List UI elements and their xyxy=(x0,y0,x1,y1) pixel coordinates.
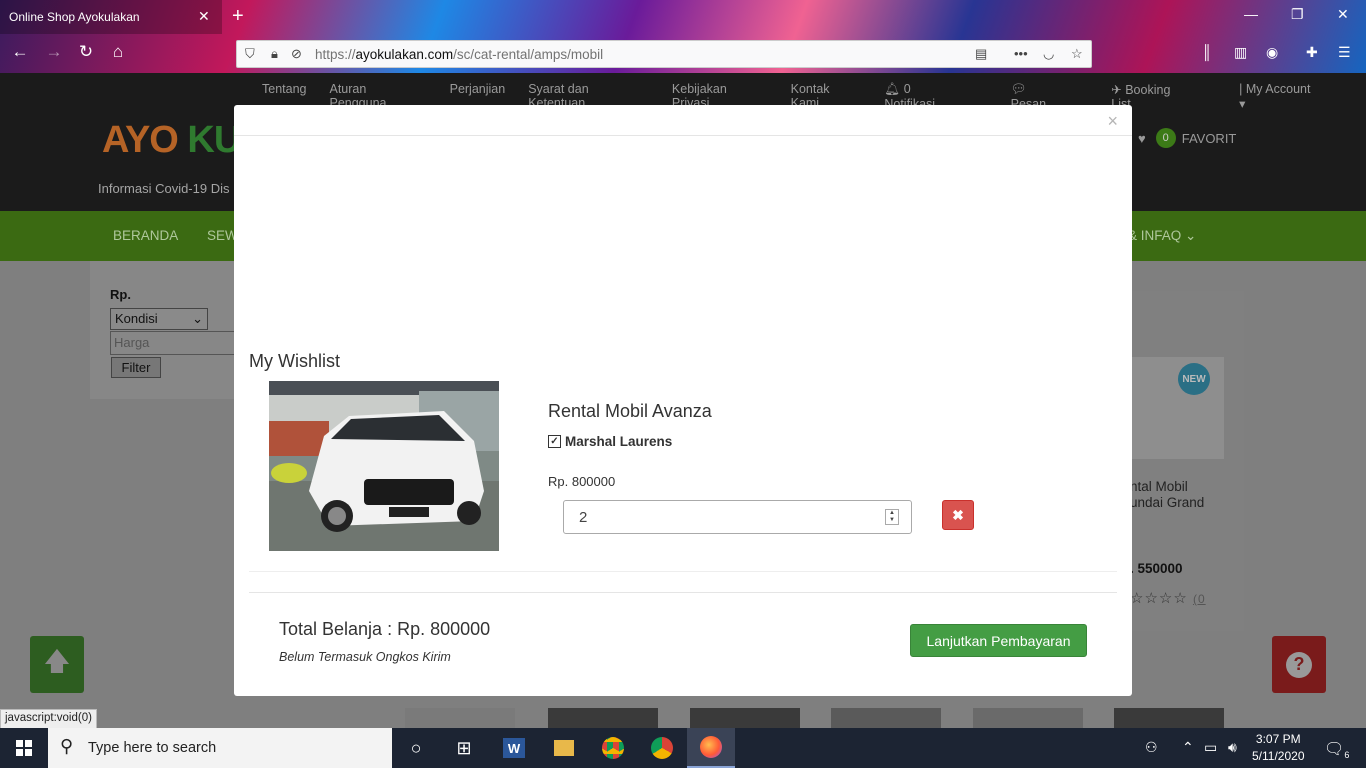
task-view-icon[interactable]: ⊞ xyxy=(440,728,488,768)
checkbox-checked-icon[interactable]: ✓ xyxy=(548,435,561,448)
spinner-arrows-icon[interactable]: ▲ ▼ xyxy=(885,509,899,525)
favorites[interactable]: ♥ 0 FAVORIT xyxy=(1138,128,1236,148)
people-icon[interactable]: ⚇ xyxy=(1145,739,1158,756)
wishlist-modal: × My Wishlist Rental Mobil Avanza ✓ Mars… xyxy=(234,105,1132,696)
close-icon: ✖ xyxy=(952,506,964,523)
close-window-icon[interactable]: ✕ xyxy=(1337,6,1349,23)
volume-icon[interactable]: 🔊︎ xyxy=(1228,739,1237,756)
arrow-up-icon: 🡅 xyxy=(43,645,71,676)
thumb-4[interactable] xyxy=(831,708,941,728)
filter-button[interactable]: Filter xyxy=(111,357,161,378)
seller-name: Marshal Laurens xyxy=(565,434,673,449)
fav-label: FAVORIT xyxy=(1181,130,1237,146)
price-input[interactable]: Harga xyxy=(110,331,235,355)
more-actions-icon[interactable]: ••• xyxy=(1014,46,1028,61)
thumb-3[interactable] xyxy=(690,708,800,728)
firefox-icon[interactable] xyxy=(687,728,735,768)
shield-icon[interactable]: ⛉ xyxy=(245,46,255,62)
status-url: javascript:void(0) xyxy=(0,709,97,729)
continue-payment-button[interactable]: Lanjutkan Pembayaran xyxy=(910,624,1087,657)
chevron-down-icon: ⌄ xyxy=(192,311,203,326)
time: 3:07 PM xyxy=(1255,732,1301,746)
account-icon[interactable]: ◉ xyxy=(1266,44,1278,61)
reader-view-icon[interactable]: ▤ xyxy=(975,46,987,62)
product-name: Rental Mobil Avanza xyxy=(548,401,712,421)
home-icon[interactable]: ⌂ xyxy=(106,42,130,62)
sidebar-icon[interactable]: ▥ xyxy=(1234,44,1247,61)
new-tab-icon[interactable]: + xyxy=(232,5,244,28)
divider xyxy=(249,592,1117,593)
chevron-up-icon[interactable]: ⌃ xyxy=(1182,739,1194,756)
tab-title: Online Shop Ayokulakan xyxy=(9,10,140,24)
seller-checkbox[interactable]: ✓ Marshal Laurens xyxy=(548,434,672,449)
tab-close-icon[interactable]: ✕ xyxy=(198,8,210,25)
windows-taskbar: ⚲ Type here to search ○ ⊞ W ⚇ ⌃ ▭ 🔊︎ 3:0… xyxy=(0,728,1366,768)
avanza-car-icon xyxy=(269,381,499,551)
product-price: Rp. 800000 xyxy=(548,474,616,489)
menu-icon[interactable]: ☰ xyxy=(1338,44,1351,61)
back-icon[interactable]: ← xyxy=(8,42,32,62)
scroll-top-button[interactable]: 🡅 xyxy=(30,636,84,693)
network-icon[interactable]: ▭ xyxy=(1204,739,1217,756)
nav-infaq[interactable]: & INFAQ ⌄ xyxy=(1128,228,1196,244)
url-text[interactable]: https://ayokulakan.com/sc/cat-rental/amp… xyxy=(315,47,603,62)
browser-toolbar: Online Shop Ayokulakan ✕ + — ❐ ✕ ← → ↻ ⌂… xyxy=(0,0,1366,73)
filter-sidebar: Rp. Kondisi ⌄ Harga Filter xyxy=(90,261,235,399)
modal-close-button[interactable]: × xyxy=(1107,111,1118,132)
nav-beranda[interactable]: BERANDA xyxy=(113,228,178,243)
lock-icon[interactable]: 🔒︎ xyxy=(271,46,278,62)
browser-tab[interactable]: Online Shop Ayokulakan xyxy=(0,0,222,34)
start-button[interactable] xyxy=(0,728,48,768)
question-icon: ? xyxy=(1286,651,1312,678)
search-icon: ⚲ xyxy=(60,736,74,756)
quantity-value: 2 xyxy=(579,509,588,526)
total-price: Total Belanja : Rp. 800000 xyxy=(279,619,491,639)
delete-item-button[interactable]: ✖ xyxy=(942,500,974,530)
restore-icon[interactable]: ❐ xyxy=(1291,6,1304,23)
library-icon[interactable]: ║ xyxy=(1202,44,1212,60)
product-image[interactable] xyxy=(1132,357,1224,459)
divider xyxy=(249,571,1117,572)
price-label: Rp. xyxy=(110,287,131,302)
notification-icon[interactable]: 🗨︎6 xyxy=(1324,739,1349,760)
product-price: . 550000 xyxy=(1130,561,1183,576)
product-title[interactable]: ntal Mobil undai Grand xyxy=(1130,479,1204,511)
help-button[interactable]: ? xyxy=(1272,636,1326,693)
word-icon[interactable]: W xyxy=(490,728,538,768)
chrome-icon-2[interactable] xyxy=(638,728,686,768)
thumb-6[interactable] xyxy=(1114,708,1224,728)
wishlist-title: My Wishlist xyxy=(249,351,340,371)
product-card[interactable]: NEW ntal Mobil undai Grand . 550000 ☆☆☆☆ … xyxy=(1124,291,1244,631)
windows-icon xyxy=(16,740,32,756)
topnav-account[interactable]: | My Account ▾ xyxy=(1239,82,1343,111)
quantity-stepper[interactable]: 2 ▲ ▼ xyxy=(563,500,912,534)
heart-icon: ♥ xyxy=(1138,130,1146,146)
covid-info[interactable]: Informasi Covid-19 Dis xyxy=(98,181,230,196)
cortana-icon[interactable]: ○ xyxy=(392,728,440,768)
date: 5/11/2020 xyxy=(1252,749,1305,763)
minimize-icon[interactable]: — xyxy=(1244,6,1258,22)
rating-stars: ☆☆☆☆ (0 xyxy=(1130,590,1206,607)
search-placeholder: Type here to search xyxy=(88,740,217,756)
taskbar-search[interactable]: ⚲ Type here to search xyxy=(48,728,392,768)
reload-icon[interactable]: ↻ xyxy=(74,42,98,62)
thumb-2[interactable] xyxy=(548,708,658,728)
fav-count-badge: 0 xyxy=(1155,128,1176,148)
car-image xyxy=(269,381,499,551)
clock[interactable]: 3:07 PM 5/11/2020 xyxy=(1252,731,1305,765)
forward-icon[interactable]: → xyxy=(42,42,66,62)
bookmark-star-icon[interactable]: ☆ xyxy=(1071,46,1083,62)
thumb-5[interactable] xyxy=(973,708,1083,728)
chrome-icon[interactable] xyxy=(589,728,637,768)
new-badge: NEW xyxy=(1178,363,1210,395)
tracking-icon[interactable]: ⊘ xyxy=(291,46,302,62)
address-bar[interactable]: ⛉ 🔒︎ ⊘ https://ayokulakan.com/sc/cat-ren… xyxy=(236,40,1092,68)
extensions-icon[interactable]: ✚ xyxy=(1306,44,1318,61)
condition-select[interactable]: Kondisi ⌄ xyxy=(110,308,208,330)
shipping-note: Belum Termasuk Ongkos Kirim xyxy=(279,650,451,664)
pocket-icon[interactable]: ◡ xyxy=(1043,46,1054,62)
file-explorer-icon[interactable] xyxy=(540,728,588,768)
divider xyxy=(234,135,1132,136)
thumb-1[interactable] xyxy=(405,708,515,728)
